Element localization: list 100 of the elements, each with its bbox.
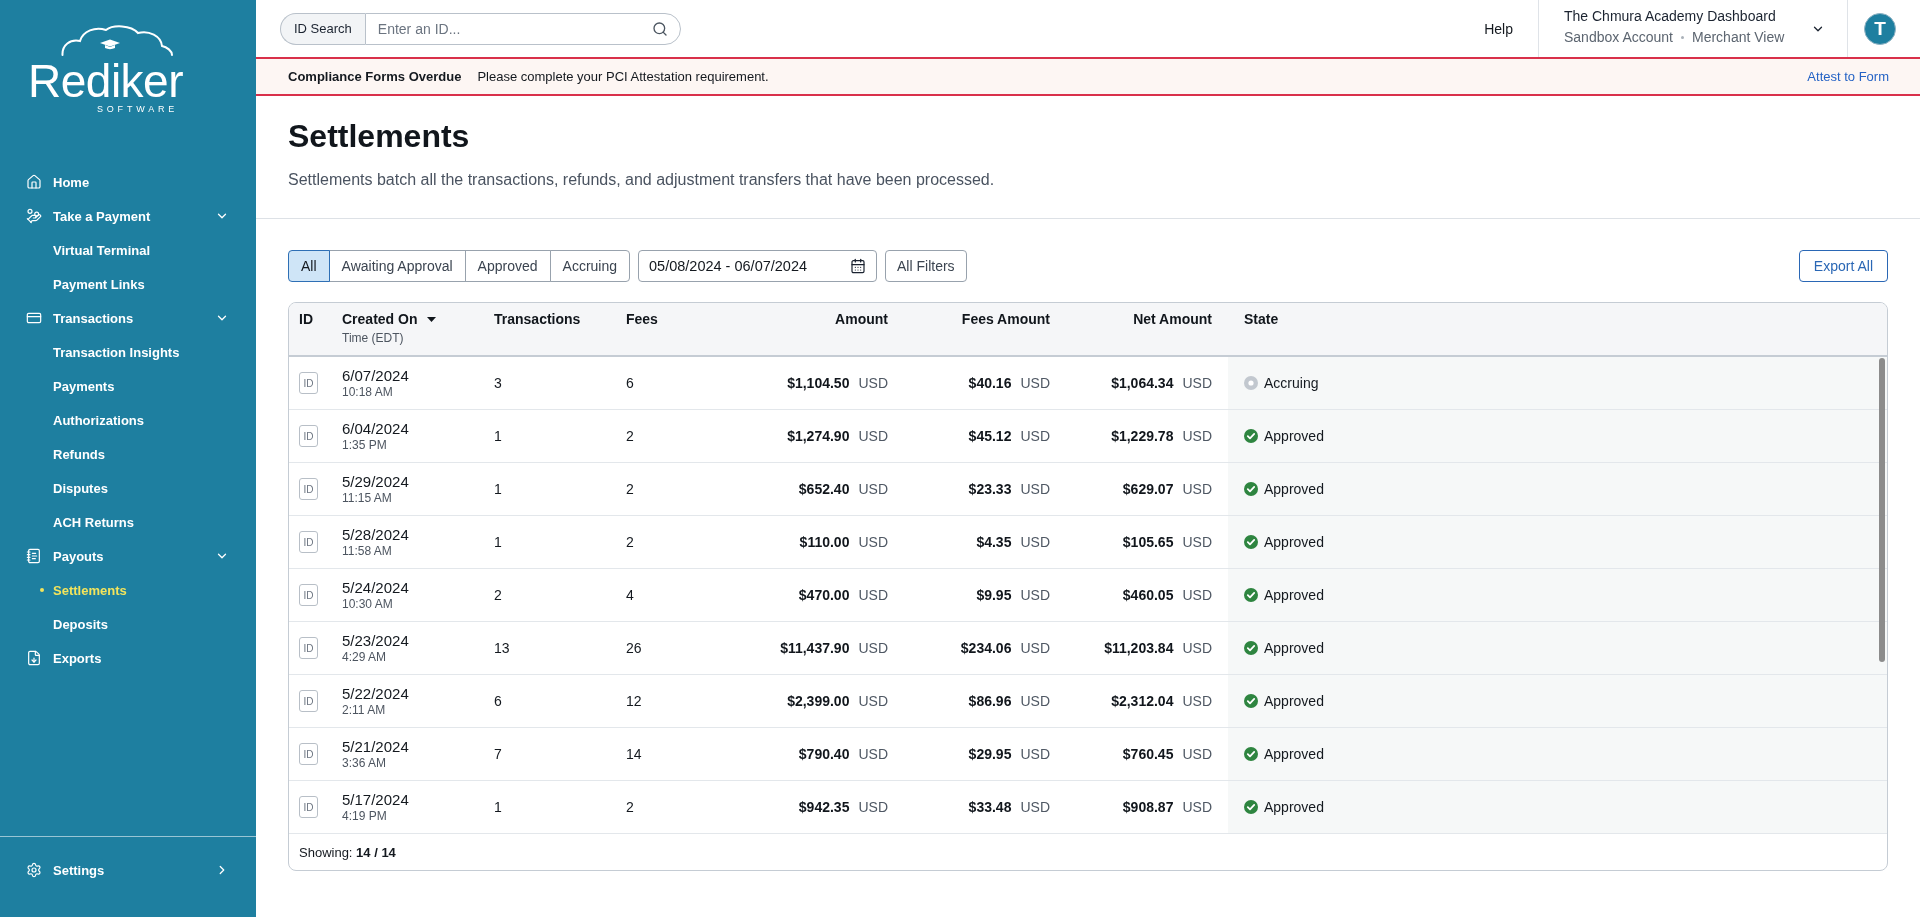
id-badge[interactable]: ID	[299, 584, 318, 606]
nav-item[interactable]: Home	[0, 165, 256, 199]
currency-label: USD	[858, 799, 888, 815]
id-badge[interactable]: ID	[299, 478, 318, 500]
filter-tab[interactable]: Awaiting Approval	[328, 250, 466, 282]
state-label: Approved	[1264, 481, 1324, 497]
filter-tab[interactable]: Approved	[464, 250, 551, 282]
currency-label: USD	[1020, 534, 1050, 550]
nav-item[interactable]: Payouts	[0, 539, 256, 573]
currency-label: USD	[858, 640, 888, 656]
nav-subitem[interactable]: Settlements	[0, 573, 256, 607]
time-text: 3:36 AM	[342, 755, 387, 771]
column-subheader: Time (EDT)	[342, 330, 404, 346]
id-badge[interactable]: ID	[299, 690, 318, 712]
currency-label: USD	[1182, 693, 1212, 709]
transactions-count: 3	[494, 375, 502, 391]
bullet-icon	[40, 588, 44, 592]
currency-label: USD	[1020, 746, 1050, 762]
state-label: Approved	[1264, 799, 1324, 815]
row-count: Showing: 14 / 14	[299, 844, 396, 860]
fees-count: 14	[626, 746, 642, 762]
currency-label: USD	[1182, 534, 1212, 550]
currency-label: USD	[1182, 428, 1212, 444]
caret-down-icon	[427, 316, 437, 322]
nav-subitem[interactable]: Transaction Insights	[0, 335, 256, 369]
attest-link[interactable]: Attest to Form	[1807, 69, 1889, 84]
column-header[interactable]: State	[1244, 310, 1279, 328]
fees-amount-value: $86.96	[968, 693, 1012, 709]
nav-subitem[interactable]: Virtual Terminal	[0, 233, 256, 267]
nav-subitem[interactable]: Authorizations	[0, 403, 256, 437]
search-field[interactable]: Enter an ID...	[364, 12, 681, 45]
export-button[interactable]: Export All	[1798, 250, 1888, 282]
time-text: 2:11 AM	[342, 702, 386, 718]
column-header[interactable]: ID	[299, 310, 313, 328]
home-icon	[26, 174, 42, 190]
account-name[interactable]: The Chmura Academy Dashboard	[1564, 7, 1785, 25]
nav-item[interactable]: Transactions	[0, 301, 256, 335]
nav-subitem[interactable]: ACH Returns	[0, 505, 256, 539]
id-badge[interactable]: ID	[299, 743, 318, 765]
cloud-logo-icon	[61, 25, 174, 56]
banner-message: Please complete your PCI Attestation requirement.	[477, 69, 769, 84]
column-header[interactable]: Transactions	[494, 310, 581, 328]
nav-item[interactable]: Settings	[0, 853, 256, 887]
currency-label: USD	[1182, 640, 1212, 656]
account-detail: Merchant View	[1692, 28, 1785, 46]
net-amount-value: $629.07	[1122, 481, 1174, 497]
amount-value: $2,399.00	[787, 693, 850, 709]
date-text: 5/22/2024	[342, 684, 409, 703]
date-range-picker[interactable]: 05/08/2024 - 06/07/2024	[638, 250, 877, 282]
all-filters-button[interactable]: All Filters	[885, 250, 967, 282]
net-amount-value: $460.05	[1122, 587, 1174, 603]
check-circle-icon	[1244, 588, 1258, 602]
currency-label: USD	[1020, 428, 1050, 444]
column-header[interactable]: Fees Amount	[961, 310, 1050, 328]
filter-tab[interactable]: All	[288, 250, 330, 282]
transactions-count: 13	[494, 640, 510, 656]
id-badge[interactable]: ID	[299, 796, 318, 818]
credit-card-icon	[26, 310, 42, 326]
search-icon[interactable]	[651, 20, 668, 37]
state-label: Accruing	[1264, 375, 1319, 391]
filter-tab[interactable]: Accruing	[549, 250, 630, 282]
pending-circle-icon	[1244, 376, 1258, 390]
user-avatar[interactable]: T	[1864, 12, 1896, 45]
check-circle-icon	[1244, 641, 1258, 655]
notebook-icon	[26, 548, 42, 564]
net-amount-value: $1,229.78	[1111, 428, 1174, 444]
nav-subitem[interactable]: Deposits	[0, 607, 256, 641]
nav-item[interactable]: Take a Payment	[0, 199, 256, 233]
column-header[interactable]: Net Amount	[1133, 310, 1212, 328]
fees-amount-value: $45.12	[968, 428, 1012, 444]
column-header[interactable]: Amount	[835, 310, 888, 328]
column-header[interactable]: Fees	[626, 310, 658, 328]
time-text: 11:15 AM	[342, 490, 392, 506]
nav-subitem[interactable]: Disputes	[0, 471, 256, 505]
fees-amount-value: $33.48	[968, 799, 1012, 815]
amount-value: $790.40	[798, 746, 850, 762]
settings-icon	[26, 862, 42, 878]
time-text: 4:29 AM	[342, 649, 387, 665]
transactions-count: 6	[494, 693, 502, 709]
check-circle-icon	[1244, 747, 1258, 761]
fees-count: 2	[626, 534, 634, 550]
nav-subitem[interactable]: Payment Links	[0, 267, 256, 301]
nav-subitem[interactable]: Refunds	[0, 437, 256, 471]
id-badge[interactable]: ID	[299, 425, 318, 447]
search-label[interactable]: ID Search	[280, 12, 365, 45]
amount-value: $110.00	[799, 534, 850, 550]
scrollbar[interactable]	[1879, 358, 1885, 662]
id-badge[interactable]: ID	[299, 531, 318, 553]
column-header[interactable]: Created On	[342, 310, 437, 328]
fees-amount-value: $234.06	[960, 640, 1012, 656]
id-badge[interactable]: ID	[299, 372, 318, 394]
nav-subitem[interactable]: Payments	[0, 369, 256, 403]
help-link[interactable]: Help	[1484, 20, 1513, 37]
fees-amount-value: $29.95	[968, 746, 1012, 762]
date-text: 5/28/2024	[342, 525, 409, 544]
currency-label: USD	[1020, 375, 1050, 391]
id-badge[interactable]: ID	[299, 637, 318, 659]
net-amount-value: $908.87	[1122, 799, 1174, 815]
transactions-count: 1	[494, 534, 502, 550]
nav-item[interactable]: Exports	[0, 641, 256, 675]
